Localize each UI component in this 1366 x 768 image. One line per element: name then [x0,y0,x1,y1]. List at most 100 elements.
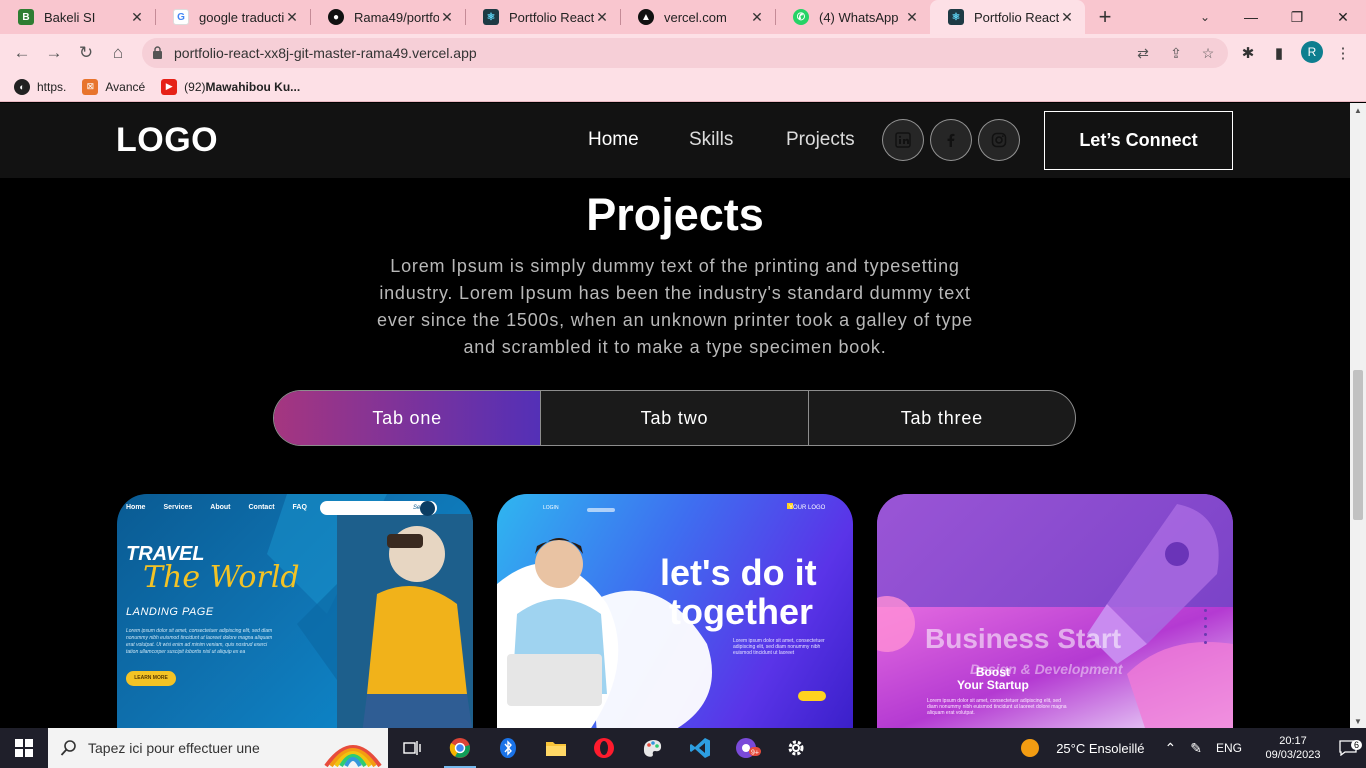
taskbar-clock[interactable]: 20:17 09/03/2023 [1256,734,1330,762]
pen-icon[interactable]: ✎ [1190,740,1202,757]
clock-time: 20:17 [1279,735,1307,747]
task-view-icon[interactable] [388,728,436,768]
windows-taskbar: Tapez ici pour effectuer une 9+ 25°C Ens… [0,728,1366,768]
tab-two[interactable]: Tab two [540,391,807,445]
notification-center-icon[interactable]: 6 [1330,740,1366,756]
linkedin-button[interactable] [882,119,924,161]
vscode-icon[interactable] [676,728,724,768]
lock-icon [153,46,162,59]
close-tab-icon[interactable]: ✕ [129,9,145,26]
page-scrollbar[interactable]: ▲ ▼ [1350,103,1366,728]
restore-icon[interactable]: ❐ [1274,0,1320,34]
taskbar-search[interactable]: Tapez ici pour effectuer une [48,728,388,768]
browser-tab[interactable]: B Bakeli SI ✕ [0,0,155,34]
site-logo[interactable]: LOGO [116,121,218,160]
facebook-button[interactable] [930,119,972,161]
tab-title: (4) WhatsApp [819,9,899,25]
close-tab-icon[interactable]: ✕ [594,9,610,26]
mock-nav-item: FAQ [292,504,307,511]
scrollbar-thumb[interactable] [1353,370,1363,520]
browser-tab[interactable]: ▲ vercel.com ✕ [620,0,775,34]
minimize-icon[interactable]: — [1228,0,1274,34]
bookmark-label: (92) [184,79,206,94]
rocket-illustration [1087,504,1233,728]
close-tab-icon[interactable]: ✕ [1059,9,1075,26]
scroll-up-icon[interactable]: ▲ [1350,103,1366,117]
search-icon [60,740,76,756]
back-icon[interactable]: ← [10,42,34,64]
close-tab-icon[interactable]: ✕ [904,9,920,26]
reload-icon[interactable]: ↻ [74,42,98,64]
nav-link-home[interactable]: Home [588,129,639,151]
tab-title: vercel.com [664,9,727,25]
menu-kebab-icon[interactable]: ⋮ [1332,42,1354,64]
browser-tab[interactable]: ✆ (4) WhatsApp ✕ [775,0,930,34]
nav-link-projects[interactable]: Projects [786,129,855,151]
lets-connect-button[interactable]: Let’s Connect [1044,111,1233,170]
tab-one[interactable]: Tab one [274,391,541,445]
settings-gear-icon[interactable] [772,728,820,768]
tab-search-chevron-icon[interactable]: ⌄ [1190,0,1220,34]
extensions-icon[interactable]: ✱ [1237,42,1259,64]
language-indicator[interactable]: ENG [1216,741,1242,755]
vercel-favicon-icon: ▲ [638,9,654,25]
project-card-travel[interactable]: Home Services About Contact FAQ Search T… [117,494,473,728]
travel-body-text: Lorem ipsum dolor sit amet, consectetuer… [126,628,273,655]
world-script-heading: The World [143,560,300,595]
close-window-icon[interactable]: ✕ [1320,0,1366,34]
browser-tab[interactable]: G google traduction ✕ [155,0,310,34]
bookmark-item[interactable]: ▶ (92) Mawahibou Ku... [161,78,300,95]
bookmark-item[interactable]: ◐ https. [14,78,67,95]
browser-tab-active[interactable]: ⚛ Portfolio React ✕ [930,0,1085,34]
tab-three[interactable]: Tab three [807,391,1075,445]
instagram-icon [991,132,1007,148]
slider-dots [1204,609,1207,644]
scroll-down-icon[interactable]: ▼ [1350,714,1366,728]
bookmark-item[interactable]: ⊠ Avancé [82,78,145,95]
close-tab-icon[interactable]: ✕ [749,9,765,26]
weather-text[interactable]: 25°C Ensoleillé [1056,741,1144,756]
whatsapp-favicon-icon: ✆ [793,9,809,25]
side-panel-icon[interactable]: ▮ [1268,42,1290,64]
project-card-together[interactable]: LOGIN YOUR LOGO let's do it together Lor… [497,494,853,728]
close-tab-icon[interactable]: ✕ [439,9,455,26]
windows-start-button[interactable] [0,728,48,768]
clock-date: 09/03/2023 [1265,749,1321,761]
rainbow-search-highlight-icon [324,745,382,768]
share-icon[interactable]: ⇪ [1167,44,1185,62]
project-card-business[interactable]: Business Start Design & Development Boos… [877,494,1233,728]
site-navbar: LOGO Home Skills Projects Let’s Connect [0,103,1350,178]
chrome-canary-icon[interactable]: 9+ [724,728,772,768]
github-favicon-icon: ● [328,9,344,25]
bluetooth-icon[interactable] [484,728,532,768]
xampp-icon: ⊠ [82,78,99,95]
bakeli-favicon-icon: B [18,9,34,25]
paint-icon[interactable] [628,728,676,768]
tray-chevron-up-icon[interactable]: ⌃ [1165,740,1177,757]
file-explorer-icon[interactable] [532,728,580,768]
browser-tab[interactable]: ⚛ Portfolio React ✕ [465,0,620,34]
bookmark-label: https. [37,79,67,94]
address-bar[interactable]: portfolio-react-xx8j-git-master-rama49.v… [142,38,1228,68]
business-heading: Business Start [925,623,1122,654]
together-heading-line1: let's do it [660,552,817,593]
browser-tab[interactable]: ● Rama49/portfolio ✕ [310,0,465,34]
tab-title: Portfolio React [509,9,594,25]
profile-avatar[interactable]: R [1301,41,1323,63]
nav-link-skills[interactable]: Skills [689,129,733,151]
opera-icon[interactable] [580,728,628,768]
mock-login-label: LOGIN [543,505,559,511]
bookmark-star-icon[interactable]: ☆ [1199,44,1217,62]
forward-icon[interactable]: → [42,42,66,64]
home-icon[interactable]: ⌂ [106,42,130,64]
mock-logo-label: YOUR LOGO [789,505,826,511]
bookmarks-bar: ◐ https. ⊠ Avancé ▶ (92) Mawahibou Ku... [0,72,1366,102]
chrome-taskbar-icon[interactable] [436,728,484,768]
react-favicon-icon: ⚛ [483,9,499,25]
new-tab-icon[interactable]: + [1085,0,1125,34]
translate-icon[interactable]: ⇄ [1134,44,1152,62]
instagram-button[interactable] [978,119,1020,161]
close-tab-icon[interactable]: ✕ [284,9,300,26]
sun-weather-icon[interactable] [1020,738,1040,758]
youtube-icon: ▶ [161,78,178,95]
